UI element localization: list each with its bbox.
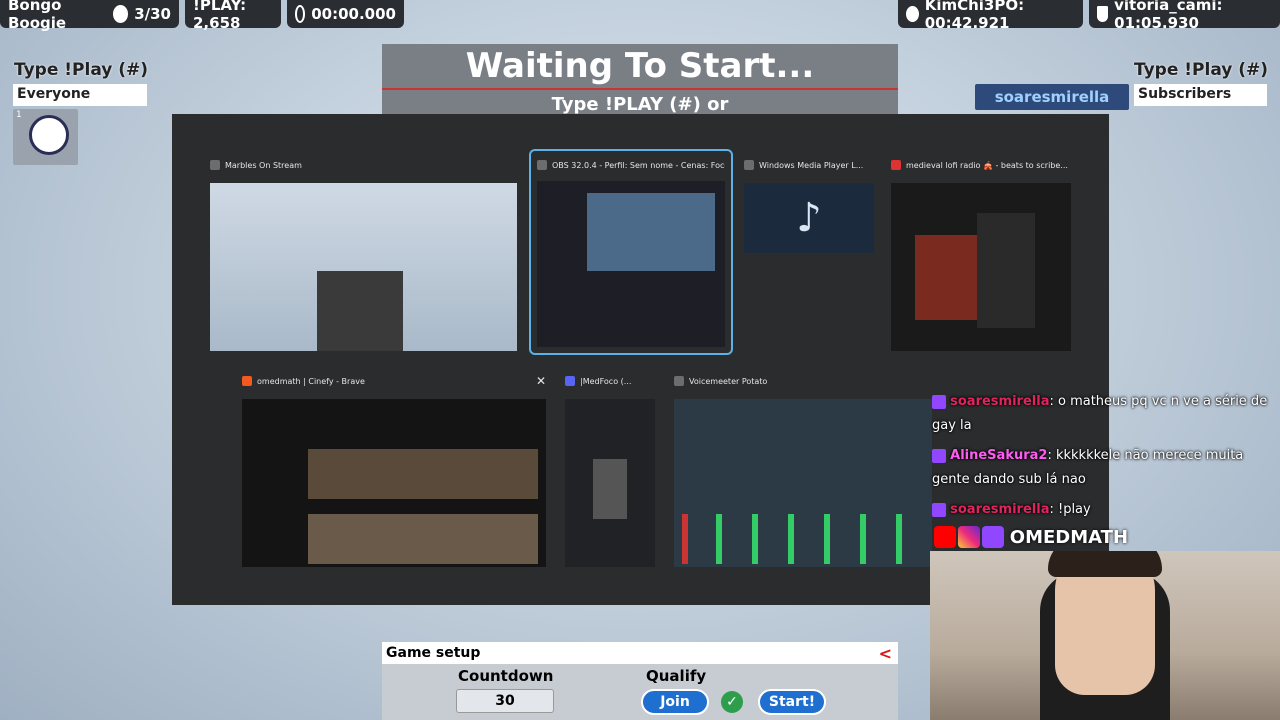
window-media-player[interactable]: Windows Media Player L... ♪ — [744, 157, 874, 253]
marble-slot: 1 — [13, 109, 78, 165]
window-title: medieval lofi radio 🎪 - beats to scribe.… — [906, 160, 1068, 170]
window-brave[interactable]: omedmath | Cinefy - Brave ✕ — [242, 373, 546, 567]
window-preview — [674, 399, 932, 567]
window-title: |MedFoco (... — [580, 376, 632, 386]
collapse-button[interactable]: < — [879, 644, 892, 663]
right-type-play: Type !Play (#) — [1134, 60, 1269, 80]
record2-pill: vitoria_cami: 01:05.930 — [1089, 0, 1280, 32]
player-counter: 3/30 — [134, 5, 171, 23]
twitch-badge-icon — [932, 502, 946, 517]
window-discord[interactable]: |MedFoco (... — [565, 373, 655, 567]
twitch-badge-icon — [932, 448, 946, 463]
waiting-banner: Waiting To Start... Type !PLAY (#) or — [382, 44, 898, 116]
stream-chat: soaresmirella: o matheus pq vc n ve a sé… — [932, 390, 1280, 528]
chat-message: soaresmirella: !play — [932, 498, 1280, 522]
checkmark-icon[interactable]: ✓ — [721, 691, 743, 713]
window-title: Marbles On Stream — [225, 160, 302, 170]
marble-icon — [29, 115, 69, 155]
chat-user: soaresmirella — [950, 394, 1050, 409]
qualify-label: Qualify — [646, 667, 707, 685]
record1-pill: KimChi3PO: 00:42.921 — [898, 0, 1083, 32]
game-name-pill: Bongo Boogie 3/30 — [0, 0, 179, 32]
window-lofi-radio[interactable]: medieval lofi radio 🎪 - beats to scribe.… — [891, 157, 1071, 351]
discord-icon — [565, 376, 575, 386]
window-preview — [242, 399, 546, 567]
game-setup-header: Game setup < — [382, 642, 898, 664]
chat-text: : !play — [1049, 502, 1091, 517]
window-marbles[interactable]: Marbles On Stream — [210, 157, 517, 351]
brave-icon — [242, 376, 252, 386]
countdown-input[interactable]: 30 — [456, 689, 554, 713]
record1-text: KimChi3PO: 00:42.921 — [924, 0, 1025, 32]
globe-icon — [906, 6, 919, 22]
window-obs[interactable]: OBS 32.0.4 - Perfil: Sem nome - Cenas: F… — [529, 149, 733, 355]
window-preview — [537, 181, 725, 347]
webcam-feed — [930, 551, 1280, 720]
app-icon — [210, 160, 220, 170]
chat-message: AlineSakura2: kkkkkkele não merece muita… — [932, 444, 1280, 492]
timer-pill: 00:00.000 — [287, 0, 404, 28]
window-preview — [565, 399, 655, 567]
obs-icon — [537, 160, 547, 170]
twitch-icon — [981, 526, 1004, 548]
window-voicemeeter[interactable]: Voicemeeter Potato — [674, 373, 932, 567]
waiting-subtitle: Type !PLAY (#) or — [551, 94, 729, 115]
youtube-icon — [934, 526, 956, 548]
game-name: Bongo Boogie — [8, 0, 67, 32]
play-count: !PLAY: 2,658 — [193, 0, 247, 32]
window-title: Windows Media Player L... — [759, 160, 864, 170]
subscribers-tag: Subscribers — [1134, 84, 1267, 106]
instagram-icon — [957, 526, 980, 548]
media-player-icon — [744, 160, 754, 170]
start-button[interactable]: Start! — [758, 689, 826, 715]
everyone-tag: Everyone — [13, 84, 147, 106]
voicemeeter-icon — [674, 376, 684, 386]
chat-user: AlineSakura2 — [950, 448, 1048, 463]
shield-icon — [1097, 6, 1109, 22]
streamer-hair — [1048, 551, 1162, 577]
window-preview — [210, 183, 517, 351]
record2-text: vitoria_cami: 01:05.930 — [1114, 0, 1223, 32]
left-type-play: Type !Play (#) — [14, 60, 149, 80]
socials-bar: OMEDMATH — [934, 523, 1128, 551]
game-setup-panel: Game setup < Countdown 30 Qualify Join ✓… — [382, 642, 898, 720]
window-title: OBS 32.0.4 - Perfil: Sem nome - Cenas: F… — [552, 160, 725, 170]
game-setup-title: Game setup — [386, 645, 481, 661]
close-window-icon[interactable]: ✕ — [536, 374, 546, 388]
join-button[interactable]: Join — [641, 689, 709, 715]
window-preview — [891, 183, 1071, 351]
youtube-icon — [891, 160, 901, 170]
marble-icon — [112, 5, 129, 23]
music-note-icon: ♪ — [744, 183, 874, 253]
player-nameplate: soaresmirella — [975, 84, 1129, 110]
play-count-pill: !PLAY: 2,658 — [185, 0, 281, 32]
clock-icon — [295, 5, 306, 23]
window-title: Voicemeeter Potato — [689, 376, 768, 386]
waiting-title: Waiting To Start... — [465, 46, 815, 86]
countdown-label: Countdown — [458, 667, 554, 685]
window-title: omedmath | Cinefy - Brave — [257, 376, 365, 386]
social-handle: OMEDMATH — [1009, 526, 1129, 548]
chat-user: soaresmirella — [950, 502, 1050, 517]
twitch-badge-icon — [932, 394, 946, 409]
chat-message: soaresmirella: o matheus pq vc n ve a sé… — [932, 390, 1280, 438]
race-timer: 00:00.000 — [311, 5, 396, 23]
